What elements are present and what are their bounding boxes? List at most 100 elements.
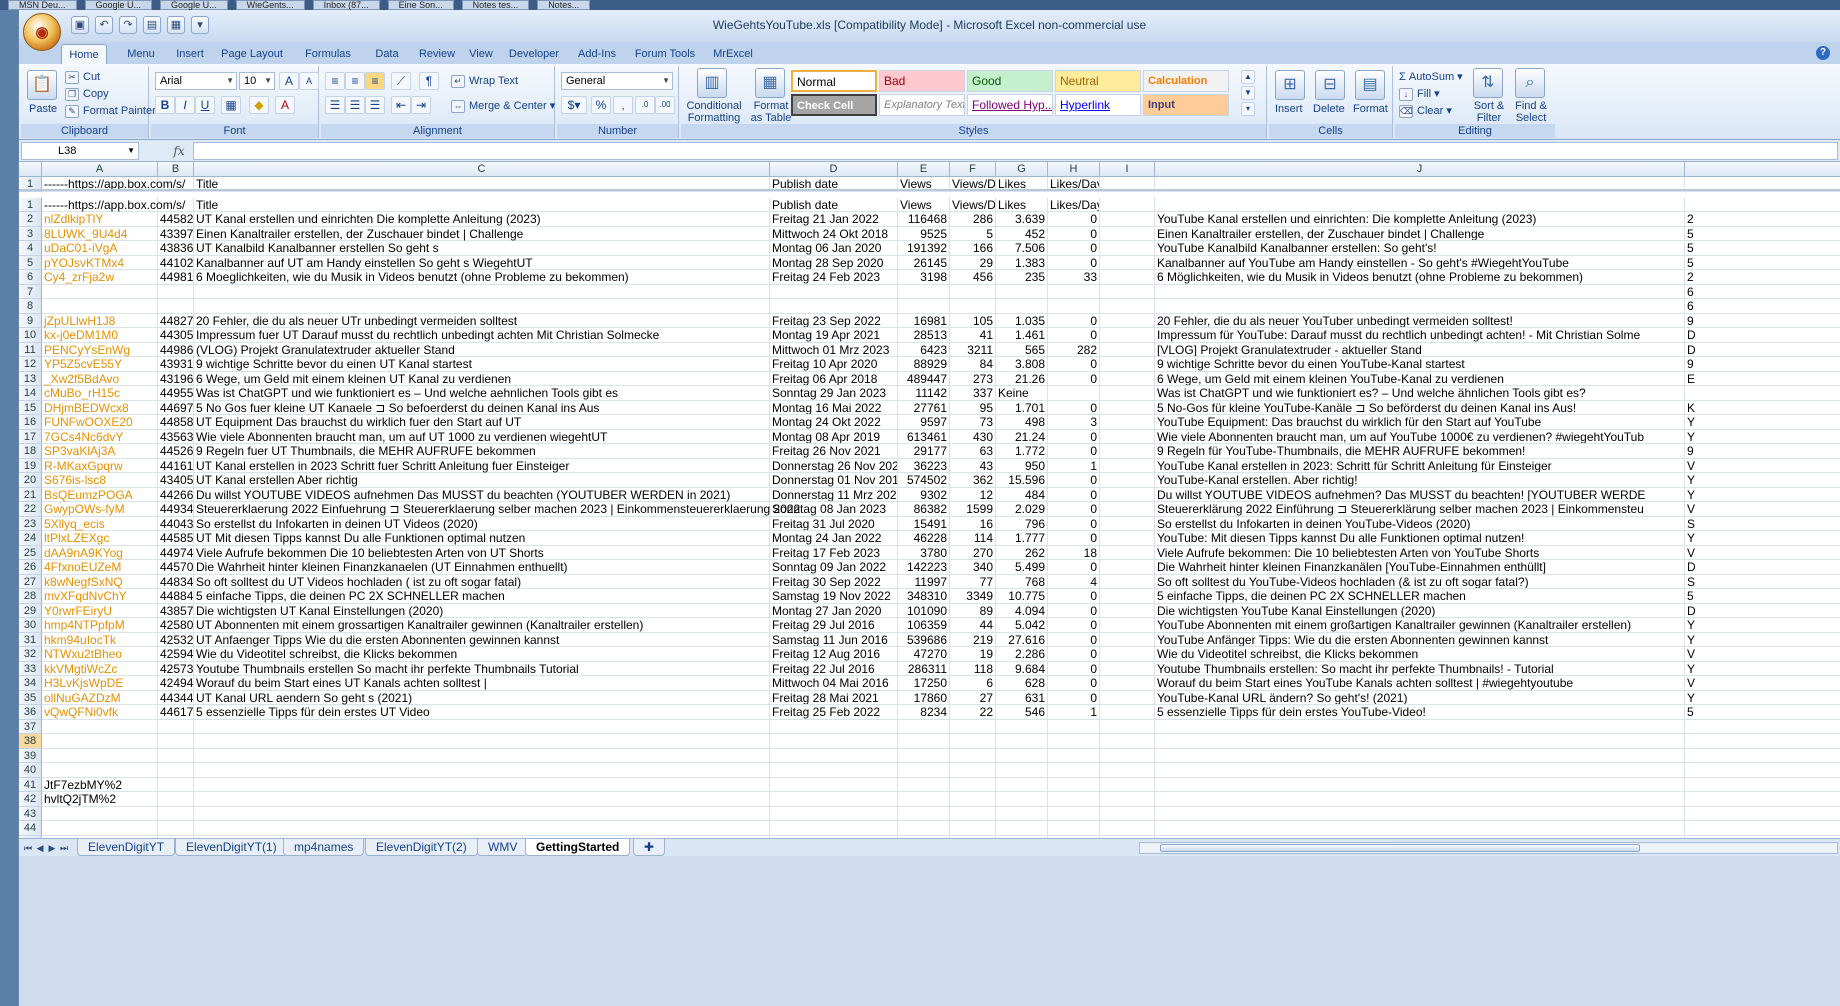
cell-f[interactable]: 84 xyxy=(950,357,996,372)
cell-a[interactable]: pYOJsvKTMx4 xyxy=(42,255,158,270)
formula-input[interactable] xyxy=(193,142,1838,160)
find-select-button[interactable]: Find & Select xyxy=(1511,100,1551,124)
cell-k[interactable]: V xyxy=(1685,459,1840,473)
cell-i[interactable] xyxy=(1100,647,1155,662)
cell-f[interactable]: 3211 xyxy=(950,342,996,357)
row-header[interactable]: 37 xyxy=(19,719,42,734)
cell-g[interactable]: 7.506 xyxy=(996,241,1048,256)
cell-a[interactable] xyxy=(42,821,158,836)
row-header[interactable]: 38 xyxy=(19,734,42,749)
cell-i[interactable] xyxy=(1100,806,1155,821)
cell-f[interactable]: 340 xyxy=(950,560,996,575)
cell-d[interactable]: Freitag 12 Aug 2016 xyxy=(770,647,898,662)
cell-h[interactable] xyxy=(1048,719,1100,734)
cell-a[interactable]: dAA9nA9KYog xyxy=(42,545,158,560)
horizontal-scrollbar[interactable] xyxy=(1139,842,1838,854)
cell-e[interactable]: 9302 xyxy=(898,487,950,502)
cell-a[interactable]: hvltQ2jTM%2 xyxy=(42,792,158,807)
cell-i[interactable] xyxy=(1100,763,1155,778)
cell-g[interactable]: 3.639 xyxy=(996,212,1048,227)
row-header[interactable]: 15 xyxy=(19,400,42,415)
autosum-button[interactable]: Σ AutoSum ▾ xyxy=(1399,70,1463,84)
cell-c[interactable]: Die wichtigsten UT Kanal Einstellungen (… xyxy=(194,603,770,618)
increase-decimal-icon[interactable]: .0 xyxy=(635,96,655,114)
cell-g[interactable] xyxy=(996,719,1048,734)
cell-k[interactable] xyxy=(1685,792,1840,807)
cell-j[interactable]: YouTube Kanalbild Kanalbanner erstellen:… xyxy=(1155,241,1685,256)
cell-a[interactable]: kkVMgtiWcZc xyxy=(42,661,158,676)
cell-g[interactable] xyxy=(996,777,1048,792)
cell-e[interactable]: 17860 xyxy=(898,690,950,705)
cell-a[interactable]: Cy4_zrFja2w xyxy=(42,270,158,285)
tab-home[interactable]: Home xyxy=(61,44,107,64)
cell-g[interactable] xyxy=(996,763,1048,778)
cell-j[interactable]: YouTube-Kanal erstellen. Aber richtig! xyxy=(1155,473,1685,488)
cell-j[interactable]: 5 einfache Tipps, die deinen PC 2X SCHNE… xyxy=(1155,589,1685,604)
cell-e[interactable]: 101090 xyxy=(898,603,950,618)
cell-f[interactable]: 105 xyxy=(950,313,996,328)
cell-k[interactable]: Y xyxy=(1685,531,1840,546)
cell-a[interactable]: mvXFqdNvChY xyxy=(42,589,158,604)
cell-f[interactable] xyxy=(950,763,996,778)
conditional-formatting-icon[interactable]: ▥ xyxy=(697,68,727,98)
row-header[interactable]: 4 xyxy=(19,241,42,256)
column-header-i[interactable]: I xyxy=(1100,162,1155,177)
cell-g[interactable] xyxy=(996,299,1048,314)
cell-i[interactable] xyxy=(1100,502,1155,517)
cell-d[interactable]: Donnerstag 01 Nov 2018 xyxy=(770,473,898,488)
cell-d[interactable]: Montag 06 Jan 2020 xyxy=(770,241,898,256)
row-header[interactable]: 1 xyxy=(19,197,42,212)
cell-j[interactable]: Was ist ChatGPT und wie funktioniert es?… xyxy=(1155,386,1685,401)
row-header[interactable]: 2 xyxy=(19,212,42,227)
cell-d[interactable]: Mittwoch 04 Mai 2016 xyxy=(770,676,898,691)
cell-b[interactable]: 44585 xyxy=(158,531,194,546)
cell-e[interactable]: Views xyxy=(898,197,950,212)
cell-k[interactable]: Y xyxy=(1685,662,1840,676)
cell-b[interactable]: 44697 xyxy=(158,400,194,415)
cell-j[interactable]: So oft solltest du YouTube-Videos hochla… xyxy=(1155,574,1685,589)
cell-a[interactable]: 7GCs4Nc6dvY xyxy=(42,429,158,444)
cell-c[interactable]: 5 No Gos fuer kleine UT Kanaele ⊐ So bef… xyxy=(194,400,770,415)
cell-d[interactable]: Freitag 26 Nov 2021 xyxy=(770,444,898,459)
cell-k[interactable] xyxy=(1685,778,1840,792)
cell-g[interactable]: 768 xyxy=(996,574,1048,589)
cell-e[interactable]: 11142 xyxy=(898,386,950,401)
cell-f[interactable]: 273 xyxy=(950,371,996,386)
italic-icon[interactable]: I xyxy=(175,96,195,114)
row-header[interactable]: 35 xyxy=(19,690,42,705)
font-color-icon[interactable]: A xyxy=(275,96,295,114)
tab-menu[interactable]: Menu xyxy=(121,44,161,64)
cell-k[interactable]: S xyxy=(1685,517,1840,531)
cell-c[interactable]: Youtube Thumbnails erstellen So macht ih… xyxy=(194,661,770,676)
bold-icon[interactable]: B xyxy=(155,96,175,114)
gallery-more-icon[interactable]: ▾ xyxy=(1241,102,1255,116)
align-center-icon[interactable]: ☰ xyxy=(345,96,365,114)
cell-h[interactable] xyxy=(1048,777,1100,792)
sheet-tab-elevendigityt[interactable]: ElevenDigitYT xyxy=(77,839,176,856)
cell-f[interactable]: 12 xyxy=(950,487,996,502)
cell-h[interactable]: Likes/Day xyxy=(1048,197,1100,212)
cell-k[interactable]: 5 xyxy=(1685,589,1840,604)
cell-g[interactable] xyxy=(996,284,1048,299)
cell-c[interactable]: Title xyxy=(194,197,770,212)
cell-c[interactable]: Worauf du beim Start eines UT Kanals ach… xyxy=(194,676,770,691)
cell-k[interactable]: Y xyxy=(1685,691,1840,705)
cell-g[interactable]: Likes xyxy=(996,197,1048,212)
cell-k[interactable]: 5 xyxy=(1685,241,1840,256)
align-bottom-icon[interactable]: ≡ xyxy=(365,72,385,90)
cell-c[interactable] xyxy=(194,806,770,821)
cell-i[interactable] xyxy=(1100,661,1155,676)
cell-f[interactable] xyxy=(950,777,996,792)
number-format-combo[interactable]: General ▼ xyxy=(561,72,673,90)
decrease-indent-icon[interactable]: ⇤ xyxy=(391,96,411,114)
cell-f[interactable]: 3349 xyxy=(950,589,996,604)
row-header[interactable]: 40 xyxy=(19,763,42,778)
cell-j[interactable] xyxy=(1155,792,1685,807)
cell-a[interactable]: S676is-lsc8 xyxy=(42,473,158,488)
cell-j[interactable] xyxy=(1155,284,1685,299)
cell-c[interactable]: UT Mit diesen Tipps kannst Du alle Funkt… xyxy=(194,531,770,546)
cell-d[interactable]: Sonntag 29 Jan 2023 xyxy=(770,386,898,401)
cell-b[interactable]: 44617 xyxy=(158,705,194,720)
format-as-table-icon[interactable]: ▦ xyxy=(755,68,785,98)
cell-g[interactable] xyxy=(996,821,1048,836)
